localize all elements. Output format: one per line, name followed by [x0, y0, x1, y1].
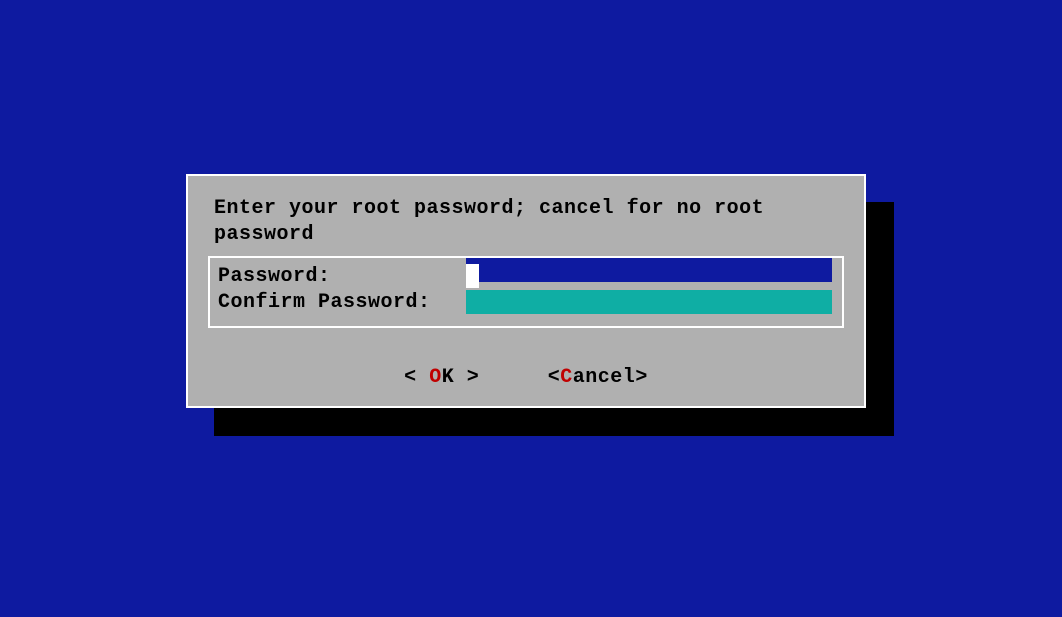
confirm-password-input[interactable]	[466, 290, 832, 314]
password-row: Password:	[218, 264, 331, 288]
dialog-frame: Enter your root password; cancel for no …	[186, 174, 866, 408]
bracket-open-icon: <	[548, 366, 561, 389]
bracket-open-icon: <	[404, 366, 417, 389]
confirm-password-label: Confirm Password:	[218, 291, 431, 314]
bracket-close-icon: >	[635, 366, 648, 389]
ok-button[interactable]: < OK >	[404, 366, 479, 389]
confirm-row: Confirm Password:	[218, 290, 431, 314]
fields-frame: Password: Confirm Password:	[208, 256, 844, 328]
button-bar: < OK > <Cancel>	[188, 366, 864, 389]
cancel-button[interactable]: <Cancel>	[548, 366, 648, 389]
text-cursor	[466, 264, 479, 288]
password-label: Password:	[218, 265, 331, 288]
password-input[interactable]	[466, 258, 832, 282]
password-dialog: Enter your root password; cancel for no …	[186, 174, 866, 408]
dialog-prompt: Enter your root password; cancel for no …	[214, 196, 838, 248]
bracket-close-icon: >	[467, 366, 480, 389]
